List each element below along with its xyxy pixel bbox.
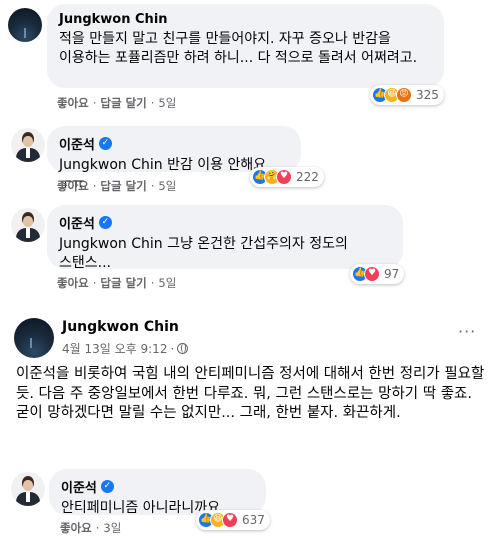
verified-badge-icon: ✓: [98, 137, 112, 150]
comment-text: 적을 만들지 말고 친구를 만들어야지. 자꾸 증오나 반감을 이용하는 포퓰리…: [59, 31, 418, 66]
reaction-count: 222: [296, 170, 319, 184]
reaction-summary[interactable]: 👍 😆 ♥ 637: [196, 510, 270, 530]
author-name[interactable]: 이준석: [61, 477, 97, 496]
post-body: 이준석을 비롯하여 국힘 내의 안티페미니즘 정서에 대해서 한번 정리가 필요…: [16, 366, 485, 421]
reply-button[interactable]: 답글 달기: [100, 178, 146, 194]
like-button[interactable]: 좋아요: [60, 520, 92, 536]
reply-button[interactable]: 답글 달기: [100, 275, 146, 291]
love-icon: ♥: [276, 169, 292, 185]
reaction-summary[interactable]: 👍 ♥ 97: [350, 264, 405, 284]
reaction-summary[interactable]: 👍 😆 😡 325: [370, 85, 444, 105]
avatar[interactable]: [8, 8, 42, 42]
avatar[interactable]: [11, 208, 45, 242]
author-name[interactable]: Jungkwon Chin: [59, 12, 168, 27]
comment-text: Jungkwon Chin 그냥 온건한 간섭주의자 정도의 스탠스...: [59, 236, 348, 271]
separator: ·: [95, 521, 100, 535]
love-icon: ♥: [222, 512, 238, 528]
comment-bubble: 이준석 ✓ 안티페미니즘 아니라니까요...: [49, 469, 266, 516]
comment-bubble: 이준석 ✓ Jungkwon Chin 그냥 온건한 간섭주의자 정도의 스탠스…: [47, 205, 403, 271]
angry-icon: 😡: [396, 87, 412, 103]
like-button[interactable]: 좋아요: [57, 178, 89, 194]
reaction-summary[interactable]: 👍 🤗 ♥ 222: [250, 167, 324, 187]
separator: ·: [92, 179, 97, 193]
comment-author[interactable]: Jungkwon Chin: [59, 12, 432, 27]
comment-author[interactable]: 이준석 ✓: [61, 477, 254, 496]
comment-actions: 좋아요 · 답글 달기 · 5일: [57, 178, 176, 194]
comment-time[interactable]: 5일: [158, 275, 176, 291]
author-name[interactable]: 이준석: [59, 134, 95, 153]
like-button[interactable]: 좋아요: [57, 275, 89, 291]
separator: ·: [150, 96, 155, 110]
reaction-count: 97: [384, 267, 400, 281]
comment-bubble: 이준석 ✓ Jungkwon Chin 반감 이용 안해요 ㅜㅠ: [47, 126, 301, 192]
separator: ·: [92, 96, 97, 110]
comment-bubble: Jungkwon Chin 적을 만들지 말고 친구를 만들어야지. 자꾸 증오…: [47, 4, 444, 88]
post-avatar[interactable]: [14, 318, 54, 358]
comment-time[interactable]: 3일: [103, 520, 121, 536]
comment-time[interactable]: 5일: [158, 178, 176, 194]
post-meta: 4월 13일 오후 9:12 ·: [62, 340, 189, 357]
globe-icon: [177, 343, 189, 354]
separator: ·: [150, 276, 155, 290]
like-button[interactable]: 좋아요: [57, 95, 89, 111]
comment-author[interactable]: 이준석 ✓: [59, 213, 391, 232]
separator: ·: [92, 276, 97, 290]
post-author[interactable]: Jungkwon Chin: [62, 319, 179, 335]
reaction-count: 325: [416, 88, 439, 102]
separator: ·: [150, 179, 155, 193]
verified-badge-icon: ✓: [100, 480, 114, 493]
comment-author[interactable]: 이준석 ✓: [59, 134, 289, 153]
author-name[interactable]: 이준석: [59, 213, 95, 232]
comment-actions: 좋아요 · 3일: [60, 520, 121, 536]
comment-actions: 좋아요 · 답글 달기 · 5일: [57, 95, 176, 111]
reaction-count: 637: [242, 513, 265, 527]
comment-actions: 좋아요 · 답글 달기 · 5일: [57, 275, 176, 291]
separator: ·: [170, 341, 175, 356]
verified-badge-icon: ✓: [98, 216, 112, 229]
comment-time[interactable]: 5일: [158, 95, 176, 111]
reply-button[interactable]: 답글 달기: [100, 95, 146, 111]
avatar[interactable]: [11, 472, 45, 506]
love-icon: ♥: [364, 266, 380, 282]
more-options-button[interactable]: ···: [458, 322, 476, 341]
post-date[interactable]: 4월 13일 오후 9:12: [62, 340, 167, 357]
avatar[interactable]: [11, 128, 45, 162]
